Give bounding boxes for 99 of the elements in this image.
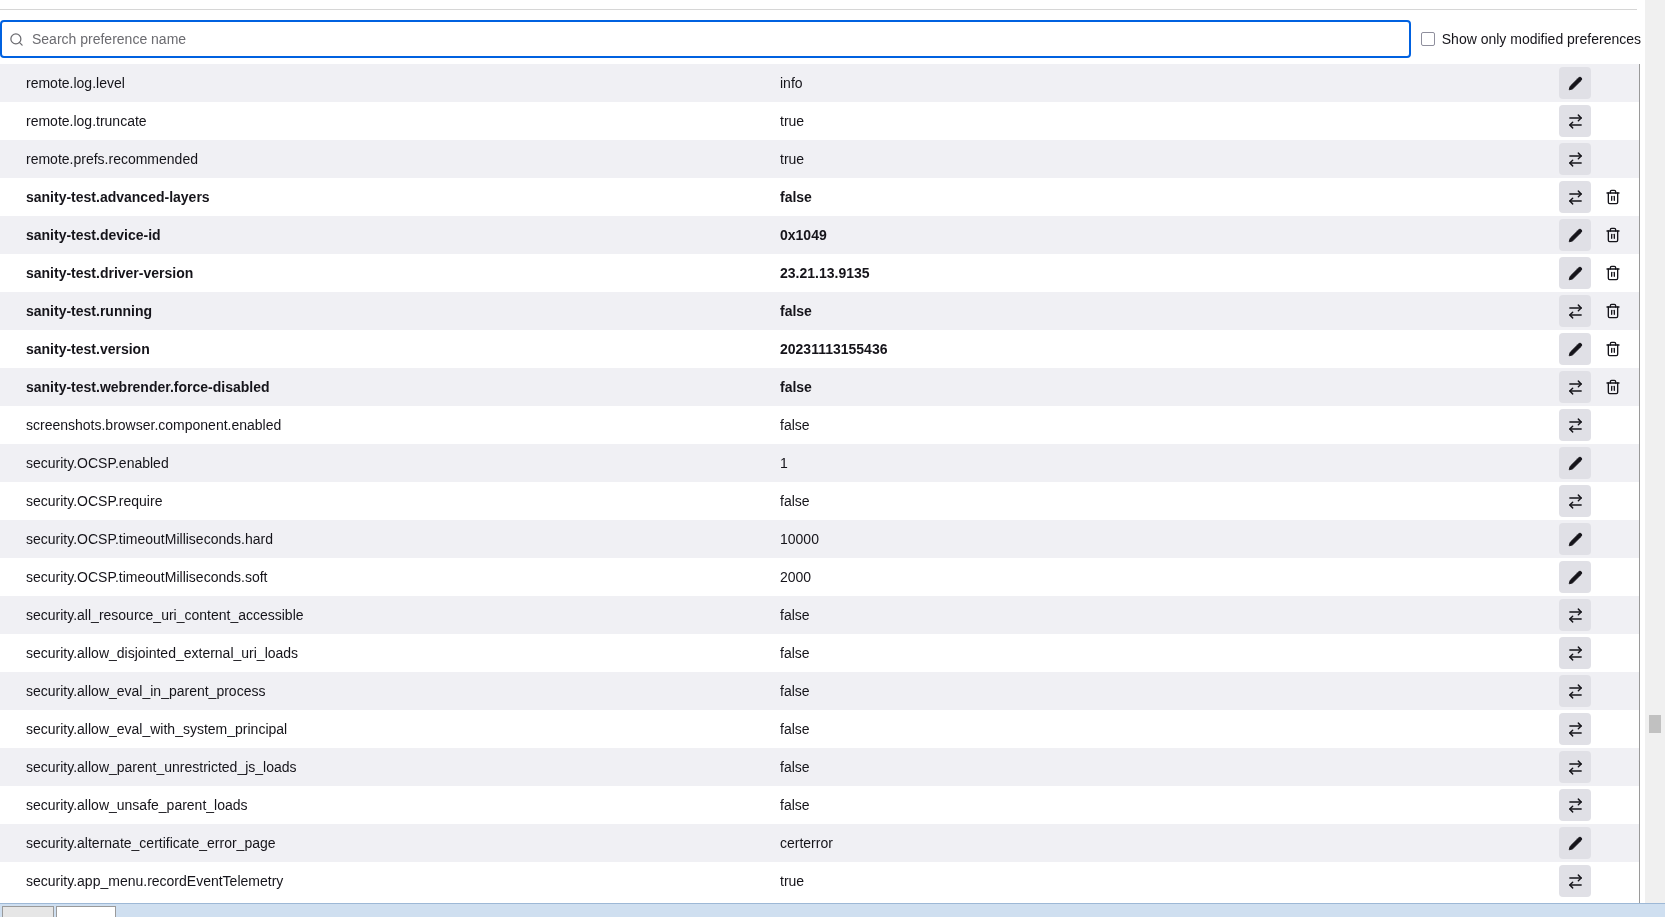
preference-value: 2000 <box>780 569 813 585</box>
preference-name: security.OCSP.timeoutMilliseconds.hard <box>25 531 274 547</box>
edit-button[interactable] <box>1559 447 1591 479</box>
preference-name: sanity-test.advanced-layers <box>25 189 211 205</box>
toggle-button[interactable] <box>1559 599 1591 631</box>
toggle-button[interactable] <box>1559 675 1591 707</box>
preference-value: false <box>780 797 811 813</box>
preference-value: false <box>780 379 813 395</box>
preference-value: false <box>780 303 813 319</box>
preference-value: info <box>780 75 804 91</box>
preference-value: 1 <box>780 455 789 471</box>
preference-name: remote.prefs.recommended <box>25 151 199 167</box>
toggle-button[interactable] <box>1559 713 1591 745</box>
pencil-icon <box>1567 835 1583 851</box>
preference-value: false <box>780 759 811 775</box>
preference-value: true <box>780 113 806 129</box>
preference-value: false <box>780 607 811 623</box>
toggle-button[interactable] <box>1559 295 1591 327</box>
toggle-button[interactable] <box>1559 181 1591 213</box>
toggle-icon <box>1566 302 1584 320</box>
trash-icon <box>1605 303 1621 319</box>
trash-icon <box>1605 265 1621 281</box>
pencil-icon <box>1567 75 1583 91</box>
preference-value: 20231113155436 <box>780 341 889 357</box>
pencil-icon <box>1567 227 1583 243</box>
edit-button[interactable] <box>1559 333 1591 365</box>
pencil-icon <box>1567 341 1583 357</box>
preference-value: true <box>780 873 806 889</box>
pencil-icon <box>1567 265 1583 281</box>
toggle-icon <box>1566 416 1584 434</box>
preference-value: false <box>780 417 811 433</box>
preference-name: sanity-test.device-id <box>25 227 162 243</box>
toggle-button[interactable] <box>1559 637 1591 669</box>
toggle-button[interactable] <box>1559 105 1591 137</box>
preference-value: false <box>780 645 811 661</box>
preference-value: false <box>780 189 813 205</box>
toggle-button[interactable] <box>1559 143 1591 175</box>
preference-value: true <box>780 151 806 167</box>
pencil-icon <box>1567 569 1583 585</box>
preference-name: security.all_resource_uri_content_accessible <box>25 607 305 623</box>
trash-icon <box>1605 341 1621 357</box>
preference-name: sanity-test.webrender.force-disabled <box>25 379 271 395</box>
toggle-button[interactable] <box>1559 371 1591 403</box>
preference-name: security.allow_disjointed_external_uri_loads <box>25 645 300 661</box>
edit-button[interactable] <box>1559 257 1591 289</box>
toggle-button[interactable] <box>1559 865 1591 897</box>
pencil-icon <box>1567 455 1583 471</box>
preference-name: security.alternate_certificate_error_page <box>25 835 277 851</box>
preference-name: security.OCSP.enabled <box>25 455 170 471</box>
toggle-icon <box>1566 682 1584 700</box>
toggle-button[interactable] <box>1559 751 1591 783</box>
toggle-icon <box>1566 150 1584 168</box>
preference-name: remote.log.level <box>25 75 126 91</box>
search-icon <box>9 32 24 47</box>
preference-name: sanity-test.driver-version <box>25 265 195 281</box>
preference-name: security.app_menu.recordEventTelemetry <box>25 873 285 889</box>
trash-icon <box>1605 189 1621 205</box>
preference-name: security.allow_parent_unrestricted_js_loads <box>25 759 298 775</box>
edit-button[interactable] <box>1559 827 1591 859</box>
preference-value: certerror <box>780 835 834 851</box>
preference-name: security.OCSP.require <box>25 493 164 509</box>
preference-name: security.allow_unsafe_parent_loads <box>25 797 249 813</box>
preference-name: sanity-test.running <box>25 303 153 319</box>
toggle-icon <box>1566 188 1584 206</box>
taskbar-tab[interactable] <box>56 906 116 917</box>
edit-button[interactable] <box>1559 523 1591 555</box>
toggle-button[interactable] <box>1559 485 1591 517</box>
preference-name: remote.log.truncate <box>25 113 148 129</box>
preference-value: 0x1049 <box>780 227 828 243</box>
preference-name: security.allow_eval_with_system_principal <box>25 721 289 737</box>
toggle-icon <box>1566 872 1584 890</box>
edit-button[interactable] <box>1559 561 1591 593</box>
toggle-icon <box>1566 378 1584 396</box>
preference-name: sanity-test.version <box>25 341 151 357</box>
toggle-button[interactable] <box>1559 409 1591 441</box>
trash-icon <box>1605 379 1621 395</box>
preference-name: security.OCSP.timeoutMilliseconds.soft <box>25 569 269 585</box>
toggle-icon <box>1566 720 1584 738</box>
preference-value: false <box>780 493 811 509</box>
toggle-icon <box>1566 644 1584 662</box>
trash-icon <box>1605 227 1621 243</box>
toggle-button[interactable] <box>1559 789 1591 821</box>
preference-value: 10000 <box>780 531 820 547</box>
toggle-icon <box>1566 112 1584 130</box>
toggle-icon <box>1566 606 1584 624</box>
toggle-icon <box>1566 492 1584 510</box>
preference-value: false <box>780 683 811 699</box>
search-field[interactable]: Search preference name <box>0 20 1411 58</box>
preference-name: screenshots.browser.component.enabled <box>25 417 283 433</box>
toggle-icon <box>1566 758 1584 776</box>
modified-filter-checkbox[interactable]: Show only modified preferences <box>1420 31 1641 47</box>
pencil-icon <box>1567 531 1583 547</box>
toggle-icon <box>1566 796 1584 814</box>
edit-button[interactable] <box>1559 219 1591 251</box>
preference-value: 23.21.13.9135 <box>780 265 871 281</box>
preference-name: security.allow_eval_in_parent_process <box>25 683 267 699</box>
edit-button[interactable] <box>1559 67 1591 99</box>
preference-value: false <box>780 721 811 737</box>
scrollbar[interactable] <box>1645 0 1665 903</box>
